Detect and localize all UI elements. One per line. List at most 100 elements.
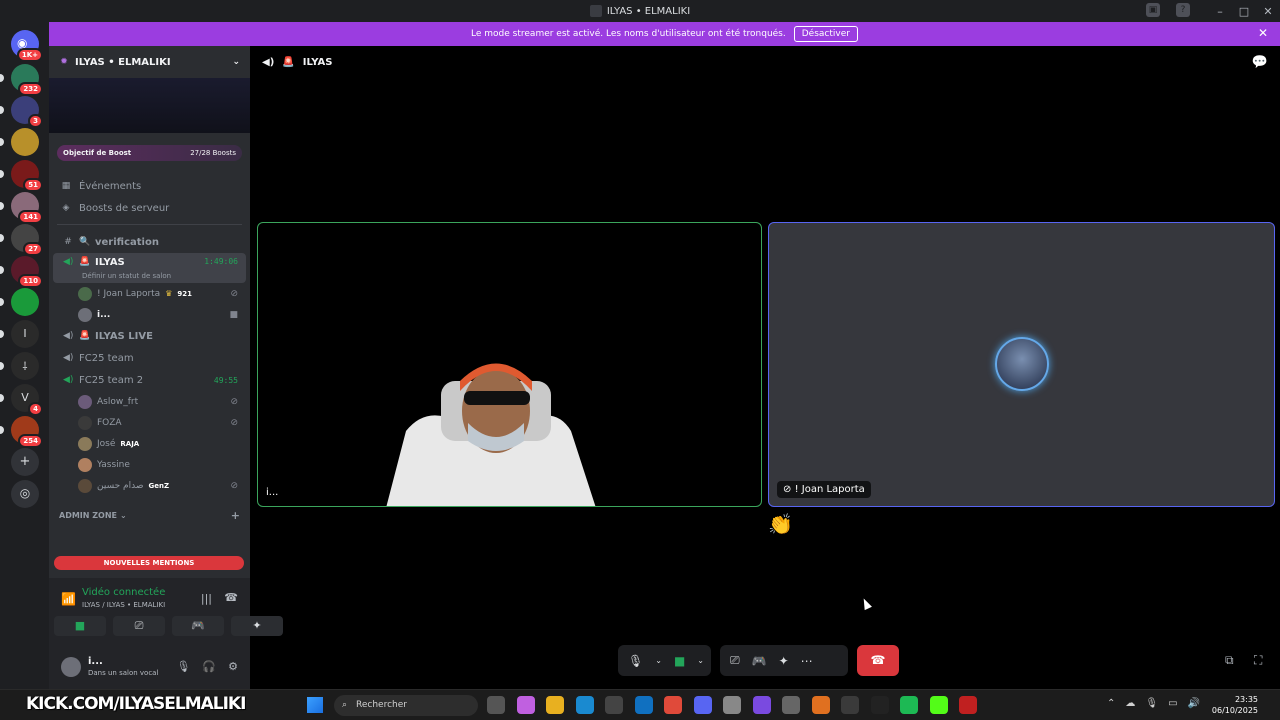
chevron-down-icon[interactable]: ⌄ (697, 656, 704, 665)
outlook-icon[interactable] (634, 696, 653, 714)
server-header[interactable]: ✹ ILYAS • ELMALIKI ⌄ (49, 46, 250, 78)
file-explorer-icon[interactable] (546, 696, 564, 714)
camera-icon[interactable]: ■ (674, 654, 685, 668)
app-logo-icon (589, 5, 602, 17)
cloud-icon[interactable]: ☁ (1125, 698, 1135, 709)
activities-icon[interactable]: 🎮 (752, 654, 767, 668)
server-boosts-link[interactable]: ◈ Boosts de serveur (49, 197, 250, 219)
voice-member[interactable]: i... ■ (49, 304, 250, 325)
popout-icon[interactable]: ⧉ (1225, 653, 1234, 668)
server-icon[interactable]: V4 (0, 384, 43, 416)
screen-share-icon[interactable]: ⎚ (730, 653, 740, 668)
channel-voice-fc25-2[interactable]: ◀) FC25 team 2 49:55 (53, 369, 246, 391)
category-name: ADMIN ZONE (59, 510, 118, 520)
spotify-icon[interactable] (900, 696, 918, 714)
server-icon[interactable] (0, 128, 39, 156)
minimize-button[interactable]: – (1208, 5, 1232, 18)
add-server-button[interactable]: + (11, 448, 39, 476)
network-icon[interactable]: ▭ (1168, 698, 1177, 709)
app-icon[interactable] (841, 696, 859, 714)
inbox-icon[interactable]: ▣ (1146, 3, 1160, 17)
voice-channel-path[interactable]: ILYAS / ILYAS • ELMALIKI (82, 601, 165, 609)
maximize-button[interactable]: □ (1232, 5, 1256, 18)
new-mentions-button[interactable]: NOUVELLES MENTIONS (54, 556, 244, 570)
store-icon[interactable] (605, 696, 623, 714)
chevron-down-icon[interactable]: ⌄ (655, 656, 662, 665)
disconnect-call-button[interactable]: ☎ (857, 645, 899, 676)
task-view-icon[interactable] (487, 696, 505, 714)
activities-button[interactable]: 🎮 (172, 616, 224, 636)
server-icon[interactable]: 27 (0, 224, 43, 256)
boost-goal-bar[interactable]: Objectif de Boost 27/28 Boosts (57, 145, 242, 161)
app-icon[interactable] (811, 696, 830, 714)
copilot-icon[interactable] (516, 696, 535, 714)
channel-verification[interactable]: # 🔍 verification (53, 231, 246, 253)
soundboard-icon[interactable]: ✦ (779, 654, 789, 668)
chevron-up-icon[interactable]: ⌃ (1107, 698, 1115, 709)
close-window-button[interactable]: ✕ (1256, 5, 1280, 18)
events-link[interactable]: ▦ Événements (49, 175, 250, 197)
app-icon[interactable] (752, 696, 771, 714)
server-initial: ⸸ (22, 360, 28, 373)
chat-icon[interactable]: 💬 (1252, 55, 1268, 70)
app-icon[interactable] (723, 696, 741, 714)
server-icon[interactable]: I (0, 320, 39, 348)
edge-icon[interactable] (575, 696, 594, 714)
avatar[interactable] (61, 657, 81, 677)
channel-voice-ilyas[interactable]: ◀) 🚨 ILYAS 1:49:06 Définir un statut de … (53, 253, 246, 283)
signal-icon[interactable]: 📶 (61, 592, 76, 606)
explore-servers-button[interactable]: ◎ (11, 480, 39, 508)
taskbar-clock[interactable]: 23:35 06/10/2025 (1212, 694, 1258, 716)
server-icon[interactable]: 232 (0, 64, 43, 96)
app-icon[interactable] (959, 696, 977, 714)
server-icon[interactable]: 3 (0, 96, 43, 128)
server-icon[interactable]: ⸸ (0, 352, 39, 380)
fullscreen-icon[interactable]: ⛶ (1254, 653, 1262, 668)
server-icon[interactable] (0, 288, 39, 316)
help-icon[interactable]: ? (1176, 3, 1190, 17)
server-icon[interactable]: 110 (0, 256, 43, 288)
kick-icon[interactable] (929, 696, 948, 714)
voice-member[interactable]: Aslow_frt ⊘ (49, 391, 250, 412)
server-icon[interactable]: 254 (0, 416, 43, 448)
windows-start-icon[interactable] (307, 697, 323, 713)
soundboard-button[interactable]: ✦ (231, 616, 283, 636)
video-tile-self[interactable]: i... (257, 222, 762, 507)
voice-member[interactable]: ! Joan Laporta ♛ 921 ⊘ (49, 283, 250, 304)
headphones-icon[interactable]: 🎧 (202, 660, 216, 673)
taskbar-search[interactable]: ⌕ Rechercher (334, 695, 478, 716)
volume-icon[interactable]: 🔊 (1188, 698, 1200, 709)
more-icon[interactable]: ⋯ (801, 654, 813, 668)
category-admin-zone[interactable]: ADMIN ZONE ⌄ + (49, 504, 250, 526)
noise-suppression-icon[interactable]: ||| (201, 592, 212, 605)
voice-timer: 1:49:06 (204, 257, 238, 266)
discord-icon[interactable] (693, 696, 712, 714)
speaker-icon: ◀) (63, 375, 74, 385)
disable-streamer-button[interactable]: Désactiver (793, 26, 858, 42)
microphone-icon[interactable]: 🎙 (628, 654, 643, 668)
server-icon[interactable]: 51 (0, 160, 43, 192)
avatar (78, 436, 92, 451)
voice-member[interactable]: FOZA ⊘ (49, 412, 250, 433)
screen-share-button[interactable]: ⎚ (113, 616, 165, 636)
close-icon[interactable]: ✕ (1258, 26, 1268, 40)
server-icon[interactable]: 141 (0, 192, 43, 224)
channel-status[interactable]: Définir un statut de salon (82, 272, 171, 280)
voice-member[interactable]: José RAJA (49, 433, 250, 454)
channel-voice-ilyas-live[interactable]: ◀) 🚨 ILYAS LIVE (53, 325, 246, 347)
speaker-icon: ◀) (63, 331, 74, 341)
app-icon[interactable] (870, 696, 889, 714)
microphone-icon[interactable]: 🎙 (176, 660, 190, 673)
channel-voice-fc25[interactable]: ◀) FC25 team (53, 347, 246, 369)
chrome-icon[interactable] (664, 696, 682, 714)
video-tile-joan-laporta[interactable]: ⊘ ! Joan Laporta (768, 222, 1275, 507)
gear-icon[interactable]: ⚙ (228, 660, 238, 673)
steam-icon[interactable] (782, 696, 800, 714)
voice-member[interactable]: صدام حسين GenZ ⊘ (49, 475, 250, 496)
camera-toggle-button[interactable]: ■ (54, 616, 106, 636)
add-channel-icon[interactable]: + (231, 509, 240, 522)
direct-messages-button[interactable]: ◉ 1K+ (11, 30, 43, 62)
disconnect-icon[interactable]: ☎ (224, 591, 238, 604)
microphone-icon[interactable]: 🎙 (1145, 698, 1158, 709)
voice-member[interactable]: Yassine (49, 454, 250, 475)
